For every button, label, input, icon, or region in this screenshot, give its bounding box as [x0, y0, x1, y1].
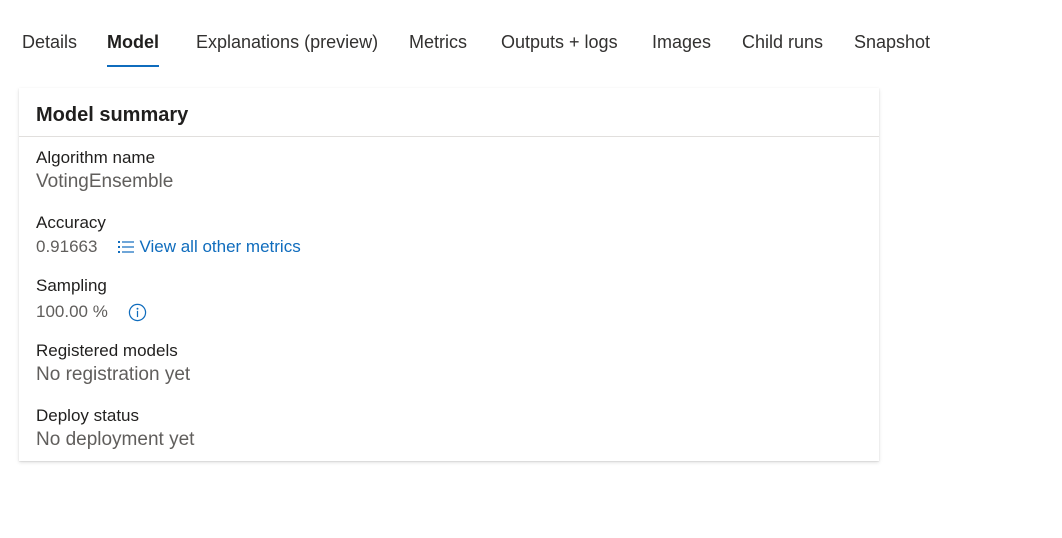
list-icon [118, 241, 135, 253]
accuracy-field: Accuracy 0.91663 View all other metrics [36, 213, 301, 259]
info-icon[interactable] [128, 303, 147, 322]
accuracy-value: 0.91663 [36, 237, 98, 256]
accuracy-value-row: 0.91663 View all other metrics [36, 235, 301, 259]
tab-images[interactable]: Images [652, 30, 711, 54]
registered-models-label: Registered models [36, 341, 178, 360]
tab-metrics[interactable]: Metrics [409, 30, 467, 54]
deploy-status-label: Deploy status [36, 406, 139, 425]
card-title: Model summary [36, 104, 189, 126]
deploy-status-field: Deploy status No deployment yet [36, 406, 194, 452]
deploy-status-value: No deployment yet [36, 429, 195, 450]
algorithm-label: Algorithm name [36, 148, 156, 167]
view-all-metrics-label: View all other metrics [139, 237, 301, 256]
tab-details[interactable]: Details [22, 30, 77, 54]
tab-explanations[interactable]: Explanations (preview) [196, 30, 378, 54]
tab-outputs-logs[interactable]: Outputs + logs [501, 30, 618, 54]
algorithm-value: VotingEnsemble [36, 171, 174, 192]
registered-models-field: Registered models No registration yet [36, 341, 190, 387]
accuracy-label: Accuracy [36, 213, 106, 232]
tab-bar: Details Model Explanations (preview) Met… [0, 0, 1000, 70]
tab-child-runs[interactable]: Child runs [742, 30, 823, 54]
card-header: Model summary [19, 88, 879, 137]
tab-model[interactable]: Model [107, 30, 159, 67]
sampling-field: Sampling 100.00 % [36, 276, 147, 324]
tab-snapshot[interactable]: Snapshot [854, 30, 930, 54]
sampling-label: Sampling [36, 276, 107, 295]
model-summary-card: Model summary Algorithm name VotingEnsem… [19, 88, 879, 461]
page: Details Model Explanations (preview) Met… [0, 0, 1062, 538]
algorithm-field: Algorithm name VotingEnsemble [36, 148, 173, 194]
view-all-metrics-link[interactable]: View all other metrics [117, 236, 301, 258]
sampling-value-row: 100.00 % [36, 300, 147, 324]
registered-models-value: No registration yet [36, 364, 191, 385]
sampling-value: 100.00 % [36, 302, 108, 321]
